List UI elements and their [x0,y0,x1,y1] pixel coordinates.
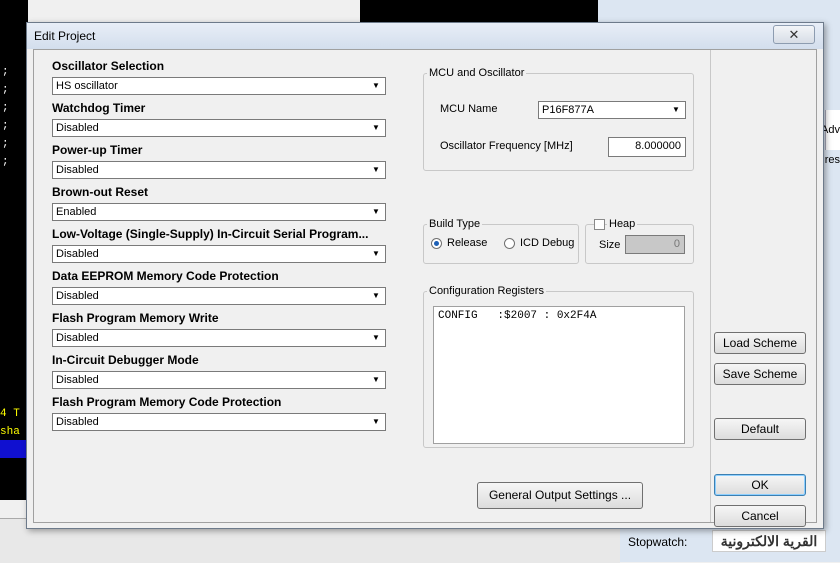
mcu-name-label: MCU Name [440,103,498,115]
right-panel-separator [710,50,711,522]
heap-size-input[interactable]: 0 [625,235,685,254]
dialog-titlebar[interactable]: Edit Project ✕ [27,23,823,49]
watermark-text: القرية الالكترونية [712,530,826,552]
close-button[interactable]: ✕ [773,25,815,44]
icd-debug-radio[interactable] [504,238,515,249]
power-up-timer-dropdown[interactable]: Disabled ▼ [52,161,386,179]
save-scheme-button[interactable]: Save Scheme [714,363,806,385]
chevron-down-icon: ▼ [372,417,380,426]
cancel-button[interactable]: Cancel [714,505,806,527]
default-button[interactable]: Default [714,418,806,440]
option-label: Oscillator Selection [52,59,165,73]
chevron-down-icon: ▼ [372,123,380,132]
side-label: res [824,154,840,166]
dropdown-value: Disabled [56,416,99,428]
code-text: ; [2,84,9,96]
configuration-registers-group: Configuration Registers CONFIG :$2007 : … [423,285,694,448]
build-type-group: Build Type Release ICD Debug [423,218,579,264]
option-label: Power-up Timer [52,143,143,157]
code-text: ; [2,156,9,168]
mcu-name-dropdown[interactable]: P16F877A ▼ [538,101,686,119]
code-text: 4 T [0,408,20,420]
watchdog-timer-dropdown[interactable]: Disabled ▼ [52,119,386,137]
dropdown-value: Disabled [56,332,99,344]
code-text: ; [2,102,9,114]
dialog-title: Edit Project [34,29,96,43]
chevron-down-icon: ▼ [372,165,380,174]
option-label: Watchdog Timer [52,101,146,115]
eeprom-code-protection-dropdown[interactable]: Disabled ▼ [52,287,386,305]
dropdown-value: HS oscillator [56,80,118,92]
chevron-down-icon: ▼ [372,291,380,300]
configuration-registers-text[interactable]: CONFIG :$2007 : 0x2F4A [433,306,685,444]
code-text: ; [2,138,9,150]
heap-label: Heap [607,218,638,230]
mcu-oscillator-group: MCU and Oscillator MCU Name P16F877A ▼ O… [423,67,694,171]
heap-checkbox[interactable] [594,219,605,230]
oscillator-frequency-label: Oscillator Frequency [MHz] [440,140,573,152]
group-title: Build Type [427,218,483,230]
dropdown-value: Enabled [56,206,97,218]
option-label: Low-Voltage (Single-Supply) In-Circuit S… [52,227,369,241]
oscillator-selection-dropdown[interactable]: HS oscillator ▼ [52,77,386,95]
chevron-down-icon: ▼ [672,105,680,114]
dropdown-value: Disabled [56,122,99,134]
heap-group: Heap Size 0 [585,218,694,264]
dialog-body: Oscillator Selection HS oscillator ▼ Wat… [33,49,817,527]
load-scheme-button[interactable]: Load Scheme [714,332,806,354]
brown-out-reset-dropdown[interactable]: Enabled ▼ [52,203,386,221]
chevron-down-icon: ▼ [372,81,380,90]
icd-debug-label: ICD Debug [520,237,575,249]
group-title: Configuration Registers [427,285,546,297]
dropdown-value: Disabled [56,164,99,176]
chevron-down-icon: ▼ [372,207,380,216]
code-text: sha [0,426,20,438]
dropdown-value: Disabled [56,374,99,386]
release-radio[interactable] [431,238,442,249]
chevron-down-icon: ▼ [372,375,380,384]
in-circuit-debugger-dropdown[interactable]: Disabled ▼ [52,371,386,389]
edit-project-dialog: Edit Project ✕ Oscillator Selection HS o… [26,22,824,529]
group-title: MCU and Oscillator [427,67,527,79]
dropdown-value: Disabled [56,248,99,260]
oscillator-frequency-input[interactable]: 8.000000 [608,137,686,157]
stopwatch-label: Stopwatch: [628,535,688,549]
background-code-editor: ; ; ; ; ; ; 4 T sha [0,0,28,500]
option-label: In-Circuit Debugger Mode [52,353,199,367]
low-voltage-programming-dropdown[interactable]: Disabled ▼ [52,245,386,263]
selected-line [0,440,28,458]
flash-memory-write-dropdown[interactable]: Disabled ▼ [52,329,386,347]
option-label: Brown-out Reset [52,185,148,199]
release-label: Release [447,237,488,249]
flash-code-protection-dropdown[interactable]: Disabled ▼ [52,413,386,431]
dropdown-value: Disabled [56,290,99,302]
general-output-settings-button[interactable]: General Output Settings ... [477,482,643,509]
ok-button[interactable]: OK [714,474,806,496]
code-text: ; [2,120,9,132]
option-label: Flash Program Memory Write [52,311,219,325]
code-text: ; [2,66,9,78]
heap-size-label: Size [599,239,621,251]
close-icon: ✕ [788,27,800,42]
dropdown-value: P16F877A [542,104,594,116]
chevron-down-icon: ▼ [372,249,380,258]
option-label: Flash Program Memory Code Protection [52,395,282,409]
option-label: Data EEPROM Memory Code Protection [52,269,279,283]
chevron-down-icon: ▼ [372,333,380,342]
background-panel [360,0,600,22]
